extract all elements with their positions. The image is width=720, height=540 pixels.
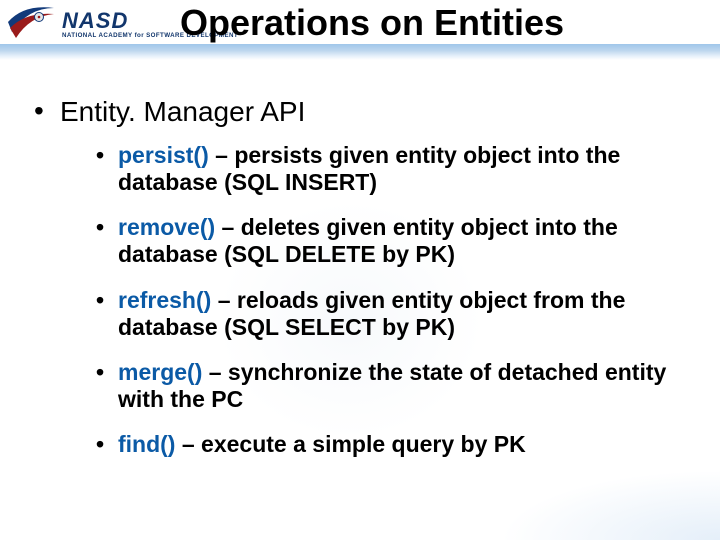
method-name: merge()	[118, 359, 202, 385]
heading-item: Entity. Manager API persist() – persists…	[34, 96, 690, 458]
method-name: refresh()	[118, 287, 211, 313]
method-name: remove()	[118, 214, 215, 240]
list-item: persist() – persists given entity object…	[96, 142, 690, 196]
method-desc: – execute a simple query by PK	[175, 431, 525, 457]
bullet-list-level1: Entity. Manager API persist() – persists…	[34, 96, 690, 476]
heading-text: Entity. Manager API	[60, 96, 305, 127]
list-item: remove() – deletes given entity object i…	[96, 214, 690, 268]
logo-swoosh-icon	[6, 2, 56, 48]
slide: NASD NATIONAL ACADEMY for SOFTWARE DEVEL…	[0, 0, 720, 540]
method-name: persist()	[118, 142, 209, 168]
bottom-glow	[500, 470, 720, 540]
bullet-list-level2: persist() – persists given entity object…	[60, 142, 690, 458]
method-name: find()	[118, 431, 175, 457]
slide-title: Operations on Entities	[180, 2, 700, 44]
list-item: refresh() – reloads given entity object …	[96, 287, 690, 341]
list-item: find() – execute a simple query by PK	[96, 431, 690, 458]
list-item: merge() – synchronize the state of detac…	[96, 359, 690, 413]
